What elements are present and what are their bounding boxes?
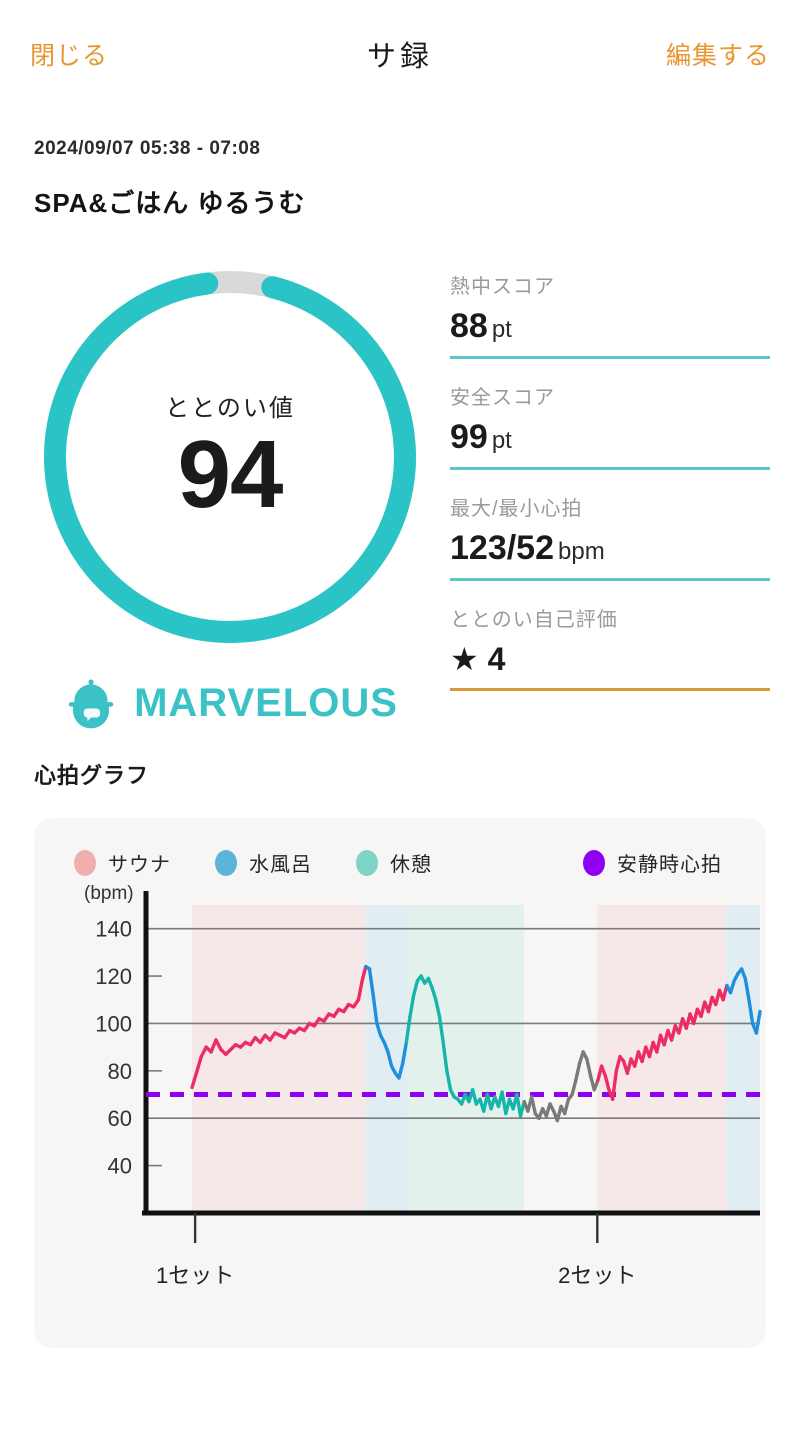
stat-unit: pt bbox=[491, 316, 512, 343]
sauna-hat-character-icon bbox=[68, 679, 114, 729]
stat-item: 最大/最小心拍 123/52 bpm bbox=[450, 492, 770, 581]
stat-value: 123/52 bpm bbox=[450, 529, 770, 568]
svg-text:140: 140 bbox=[95, 917, 132, 942]
stat-divider bbox=[450, 356, 770, 359]
chart-section-title: 心拍グラフ bbox=[34, 763, 150, 788]
navbar: 閉じる サ録 編集する bbox=[0, 0, 800, 108]
heart-rate-line-chart: 40 60 80 100 120 140 1セット 2セット bbox=[95, 891, 762, 1288]
legend-label: サウナ bbox=[108, 854, 171, 876]
legend-color-dot bbox=[583, 849, 605, 876]
svg-text:100: 100 bbox=[95, 1011, 132, 1036]
legend-item-rest: 休憩 bbox=[356, 848, 432, 877]
legend-item-resting-hr: 安静時心拍 bbox=[583, 848, 722, 877]
legend-item-sauna: サウナ bbox=[74, 848, 171, 877]
gauge-label: ととのい値 bbox=[165, 395, 295, 423]
svg-text:80: 80 bbox=[108, 1059, 132, 1084]
edit-button[interactable]: 編集する bbox=[666, 36, 770, 72]
gauge-center: ととのい値 94 bbox=[35, 262, 425, 652]
gauge-value: 94 bbox=[177, 421, 284, 529]
gauge-column: ととのい値 94 MARVELOUS bbox=[30, 262, 450, 732]
stat-divider bbox=[450, 467, 770, 470]
stat-label: 安全スコア bbox=[450, 387, 555, 409]
session-meta: 2024/09/07 05:38 - 07:08 SPA&ごはん ゆるうむ bbox=[0, 138, 800, 220]
stat-item: 安全スコア 99 pt bbox=[450, 381, 770, 470]
legend-color-dot bbox=[215, 849, 237, 876]
stats-list: 熱中スコア 88 pt 安全スコア 99 pt 最大/最小心拍 123/52 bpm … bbox=[450, 262, 770, 732]
summary-section: ととのい値 94 MARVELOUS 熱中スコア 88 pt 安全スコア 99 … bbox=[0, 262, 800, 732]
stat-number: 99 bbox=[450, 418, 488, 456]
legend-color-dot bbox=[74, 849, 96, 876]
rank-row: MARVELOUS bbox=[30, 674, 430, 732]
svg-text:40: 40 bbox=[108, 1154, 132, 1179]
stat-value: 99 pt bbox=[450, 418, 770, 457]
stat-number: 88 bbox=[450, 307, 488, 345]
chart-plot-area: (bpm) 40 60 80 100 120 140 1セット 2セット bbox=[34, 877, 766, 1312]
y-axis-unit-label: (bpm) bbox=[84, 883, 134, 904]
stat-item-rating[interactable]: ととのい自己評価 ★ 4 bbox=[450, 603, 770, 691]
close-button[interactable]: 閉じる bbox=[30, 36, 108, 72]
rank-text: MARVELOUS bbox=[134, 680, 398, 725]
stat-value: 88 pt bbox=[450, 307, 770, 346]
chart-legend: サウナ 水風呂 休憩 安静時心拍 bbox=[34, 818, 766, 877]
stat-number: 123/52 bbox=[450, 529, 554, 567]
svg-text:2セット: 2セット bbox=[558, 1263, 636, 1288]
totonoi-gauge: ととのい値 94 bbox=[35, 262, 425, 652]
star-rating-value: ★ 4 bbox=[450, 641, 506, 677]
svg-text:1セット: 1セット bbox=[156, 1263, 234, 1288]
session-datetime: 2024/09/07 05:38 - 07:08 bbox=[34, 138, 261, 159]
stat-unit: bpm bbox=[558, 538, 605, 565]
heart-rate-chart-card: サウナ 水風呂 休憩 安静時心拍 (bpm) 40 60 80 100 120 140 1セ… bbox=[34, 818, 766, 1348]
stat-label: 最大/最小心拍 bbox=[450, 498, 583, 520]
svg-text:60: 60 bbox=[108, 1106, 132, 1131]
svg-text:120: 120 bbox=[95, 964, 132, 989]
legend-label: 休憩 bbox=[390, 854, 432, 876]
stat-divider bbox=[450, 578, 770, 581]
stat-label: 熱中スコア bbox=[450, 276, 555, 298]
stat-label: ととのい自己評価 bbox=[450, 609, 618, 631]
navbar-wrapper: 閉じる サ録 編集する bbox=[0, 0, 800, 108]
stat-divider bbox=[450, 688, 770, 691]
legend-label: 安静時心拍 bbox=[617, 854, 722, 876]
legend-color-dot bbox=[356, 849, 378, 876]
session-venue: SPA&ごはん ゆるうむ bbox=[34, 188, 306, 218]
stat-unit: pt bbox=[491, 427, 512, 454]
legend-item-coldbath: 水風呂 bbox=[215, 848, 312, 877]
legend-label: 水風呂 bbox=[249, 854, 312, 876]
stat-item: 熱中スコア 88 pt bbox=[450, 270, 770, 359]
